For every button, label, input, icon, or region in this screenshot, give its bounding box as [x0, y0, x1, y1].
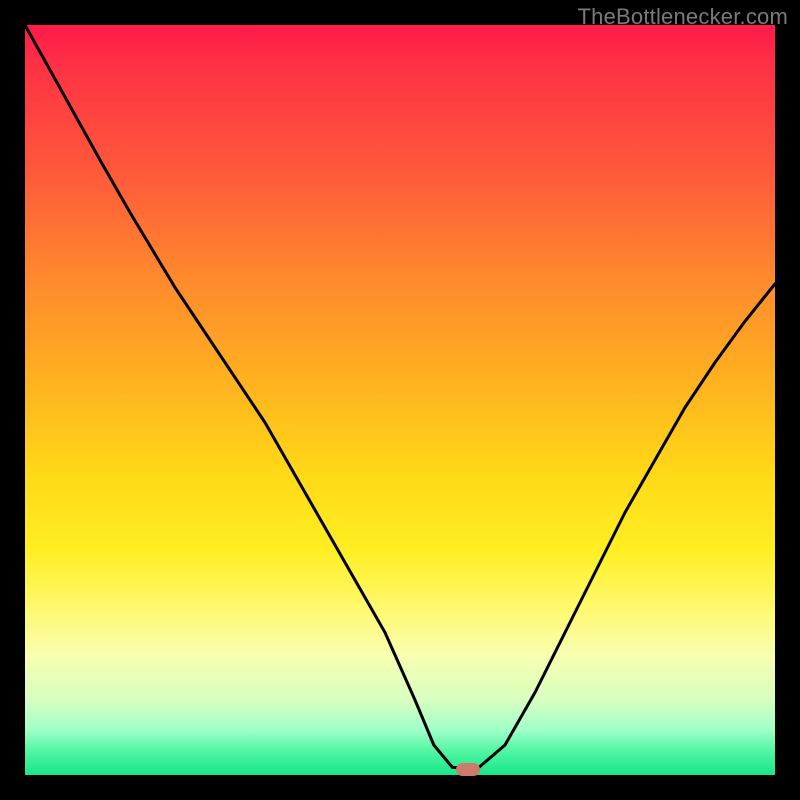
bottleneck-curve	[25, 25, 775, 768]
plot-area	[25, 25, 775, 775]
optimum-marker	[456, 763, 480, 776]
curve-svg	[25, 25, 775, 775]
watermark-text: TheBottlenecker.com	[578, 4, 788, 30]
chart-frame: TheBottlenecker.com	[0, 0, 800, 800]
